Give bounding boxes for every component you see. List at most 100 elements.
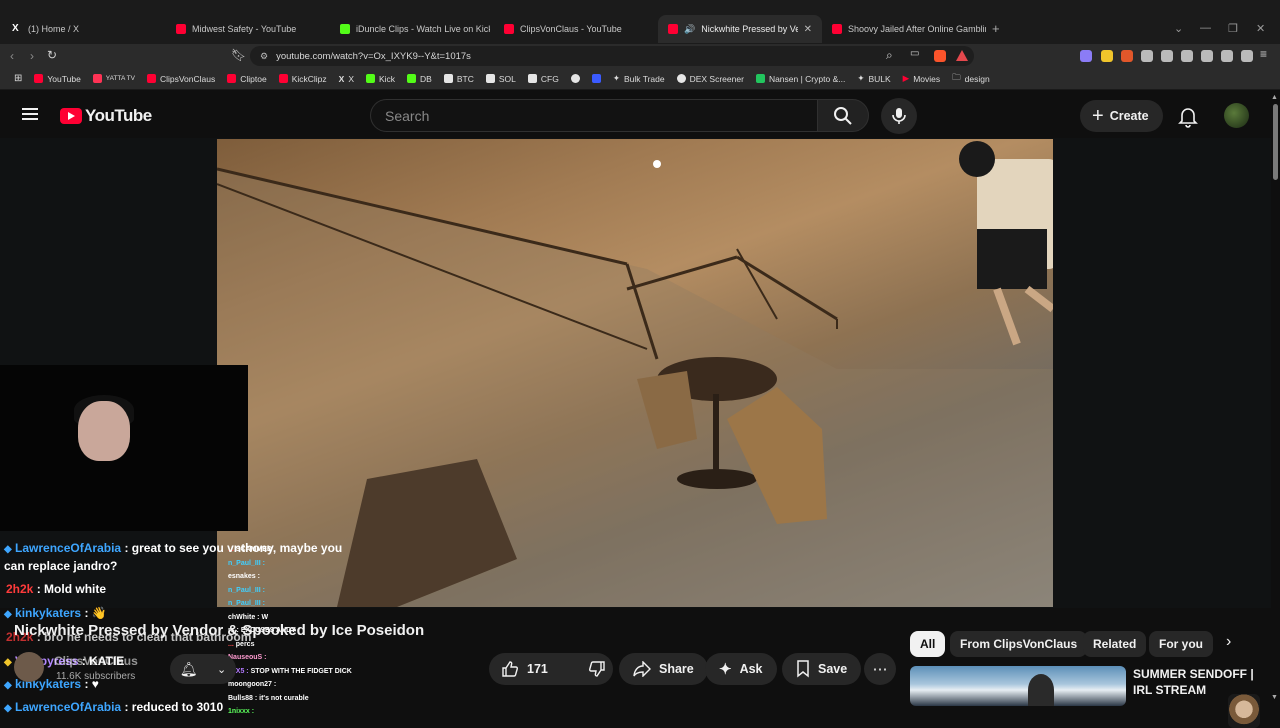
bookmark-cliptoe[interactable]: Cliptoe	[221, 74, 272, 84]
chat-username: kinkykaters	[15, 606, 82, 620]
bookmark-movies[interactable]: ▶ Movies	[897, 73, 946, 84]
bookmark-label: Kick	[378, 73, 396, 84]
scroll-up-icon[interactable]: ▲	[1271, 94, 1278, 101]
channel-avatar[interactable]	[14, 652, 44, 682]
channel-watermark[interactable]	[1228, 694, 1260, 728]
chip-all[interactable]: All	[910, 631, 946, 657]
chat-message: 2h2k : Mold white	[6, 582, 106, 596]
video-frame[interactable]	[217, 139, 1053, 607]
bookmark-nansen[interactable]: Nansen | Crypto &...	[750, 74, 851, 84]
menu-icon[interactable]: ≡	[1260, 47, 1267, 61]
wallet-icon[interactable]	[1201, 50, 1213, 62]
subscription-bell-button[interactable]: 🔔︎ ⌄	[170, 654, 236, 684]
bookmark-bulk[interactable]: ✦ BULK	[851, 73, 896, 84]
like-button[interactable]: 171	[489, 653, 560, 685]
bookmark-bulk-trade[interactable]: ✦ Bulk Trade	[607, 73, 671, 84]
tab-nickwhite-active[interactable]: 🔊 Nickwhite Pressed by Vendor ✕	[658, 15, 822, 43]
tab-search-icon[interactable]: ⌄	[1174, 22, 1183, 35]
bookmark-db[interactable]: DB	[401, 74, 438, 84]
address-bar[interactable]: ⚙ youtube.com/watch?v=Ox_IXYK9--Y&t=1017…	[250, 46, 974, 66]
video-player[interactable]: ... SCAMMED n_Paul_III : esnakes : n_Paul…	[0, 138, 1280, 728]
page-scrollbar[interactable]	[1271, 92, 1280, 720]
more-actions-button[interactable]: ⋯	[864, 653, 896, 685]
recommended-title[interactable]: SUMMER SENDOFF | IRL STREAM	[1133, 666, 1263, 698]
close-tab-icon[interactable]: ✕	[804, 24, 812, 35]
ask-button[interactable]: ✦ Ask	[705, 653, 777, 685]
extension-icon[interactable]	[1101, 50, 1113, 62]
bookmark-clipsvonclaus[interactable]: ClipsVonClaus	[141, 74, 221, 84]
chart-icon	[443, 74, 453, 83]
brave-shields-icon[interactable]	[934, 50, 946, 62]
bookmark-globe[interactable]	[565, 74, 586, 83]
create-button[interactable]: + Create	[1080, 100, 1163, 132]
reload-icon[interactable]: ↻	[47, 48, 57, 62]
bookmark-cfg[interactable]: CFG	[522, 74, 565, 84]
stream-chat-user: chWhite :	[228, 613, 262, 621]
bookmark-label: ClipsVonClaus	[159, 73, 216, 84]
bookmark-btc[interactable]: BTC	[438, 74, 480, 84]
zoom-icon[interactable]: ⌕	[886, 48, 893, 63]
save-button[interactable]: Save	[782, 653, 862, 685]
bookmark-label: Nansen | Crypto &...	[768, 73, 846, 84]
tab-iduncle-clips[interactable]: iDuncle Clips - Watch Live on Kick	[330, 15, 490, 43]
puzzle-icon[interactable]	[1141, 50, 1153, 62]
new-tab-button[interactable]: +	[992, 21, 1000, 36]
chevron-right-icon[interactable]: ›	[1226, 633, 1231, 651]
maximize-icon[interactable]: ❐	[1228, 22, 1238, 35]
recommended-thumbnail[interactable]	[910, 666, 1126, 706]
bookmark-sol[interactable]: SOL	[480, 74, 522, 84]
channel-name[interactable]: ClipsVonClaus	[54, 654, 138, 668]
close-window-icon[interactable]: ✕	[1256, 22, 1265, 35]
tab-x-home[interactable]: X (1) Home / X	[2, 15, 162, 43]
brave-rewards-icon[interactable]	[956, 50, 968, 61]
tab-shoovy[interactable]: Shoovy Jailed After Online Gambling	[822, 15, 986, 43]
chat-message: ◆ LawrenceOfArabia : great to see you vn…	[4, 541, 342, 555]
chip-related[interactable]: Related	[1083, 631, 1147, 657]
bookmark-blue[interactable]	[586, 74, 607, 83]
dislike-button[interactable]	[576, 653, 618, 685]
share-button[interactable]: Share	[619, 653, 708, 685]
minimize-icon[interactable]: —	[1200, 22, 1211, 34]
stream-chat-line: esnakes :	[228, 570, 388, 584]
menu-icon[interactable]	[22, 108, 38, 120]
youtube-logo[interactable]: YouTube	[60, 106, 152, 126]
tab-midwest-safety[interactable]: Midwest Safety - YouTube	[166, 15, 326, 43]
search-button[interactable]	[817, 99, 869, 132]
vpn-icon[interactable]	[1241, 50, 1253, 62]
voice-search-button[interactable]	[881, 98, 917, 134]
tab-clipsvonclaus[interactable]: ClipsVonClaus - YouTube	[494, 15, 654, 43]
account-avatar[interactable]	[1224, 103, 1249, 128]
scroll-down-icon[interactable]: ▼	[1271, 694, 1278, 701]
chart-icon	[527, 74, 537, 83]
chip-for-you[interactable]: For you	[1149, 631, 1213, 657]
leo-ai-icon[interactable]	[1221, 50, 1233, 62]
apps-icon[interactable]: ⊞	[8, 73, 28, 84]
tab-label: Midwest Safety - YouTube	[192, 24, 297, 34]
scrollbar-thumb[interactable]	[1273, 104, 1278, 180]
extension-icon[interactable]	[1121, 50, 1133, 62]
bookmark-x[interactable]: XX	[333, 74, 360, 84]
youtube-header: YouTube Search + Create	[0, 92, 1280, 138]
notifications-button[interactable]	[1176, 104, 1200, 133]
tab-label: (1) Home / X	[28, 24, 80, 34]
bookmark-label: X	[348, 73, 354, 84]
media-icon[interactable]	[1161, 50, 1173, 62]
back-icon[interactable]: ‹	[10, 49, 14, 63]
bookmark-yatta-tv[interactable]: YATTA TV	[87, 74, 141, 83]
chip-from-channel[interactable]: From ClipsVonClaus	[950, 631, 1088, 657]
site-info-icon[interactable]: ⚙	[260, 51, 268, 62]
bookmark-youtube[interactable]: YouTube	[28, 74, 86, 84]
search-input[interactable]: Search	[370, 99, 818, 132]
sidebar-icon[interactable]	[1181, 50, 1193, 62]
bookmark-kick[interactable]: Kick	[360, 74, 401, 84]
x-logo-icon: X	[338, 73, 345, 84]
bookmark-dex-screener[interactable]: DEX Screener	[671, 74, 750, 84]
extension-icon[interactable]	[1080, 50, 1092, 62]
cast-icon[interactable]: ▭	[910, 48, 919, 59]
bookmark-design[interactable]: 🗀 design	[946, 72, 996, 86]
stream-chat-user: n_Paul_III :	[228, 586, 265, 594]
verified-icon: ◆	[4, 544, 12, 555]
bookmark-kickclipz[interactable]: KickClipz	[273, 74, 333, 84]
forward-icon[interactable]: ›	[30, 49, 34, 63]
bookmark-icon[interactable]: 🔖︎	[231, 48, 246, 62]
